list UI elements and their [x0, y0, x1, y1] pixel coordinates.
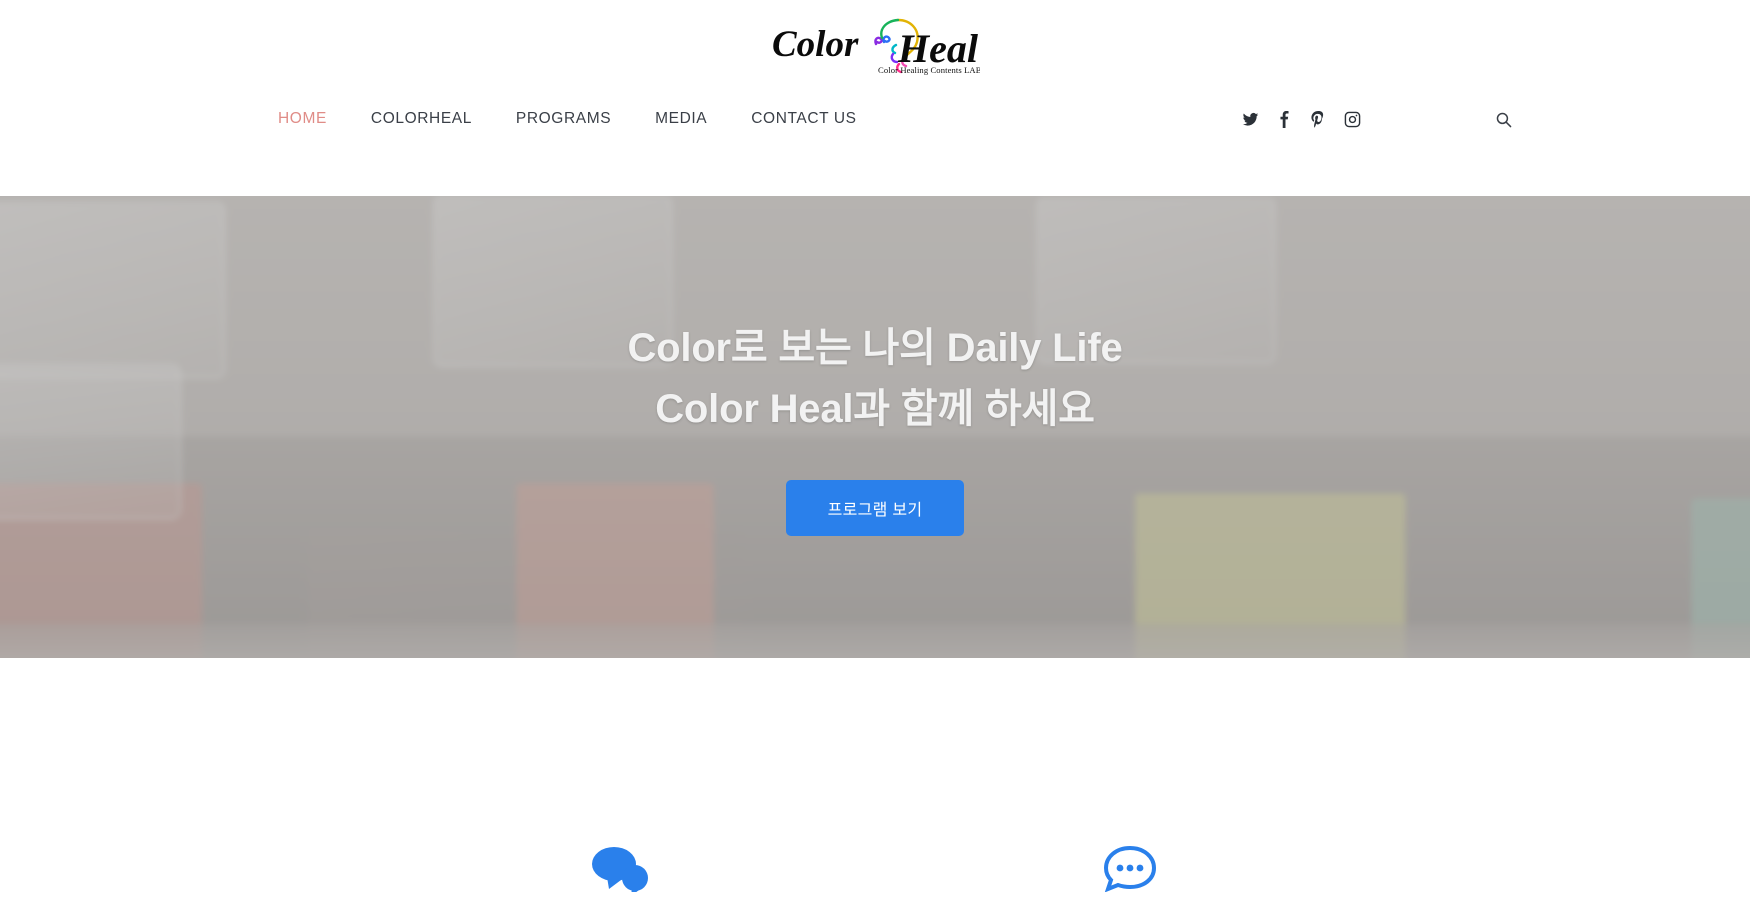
nav-item-media[interactable]: MEDIA: [655, 110, 707, 128]
view-programs-button[interactable]: 프로그램 보기: [785, 479, 965, 536]
feature-item-2: [1030, 835, 1230, 899]
pinterest-icon[interactable]: [1308, 109, 1328, 129]
nav-links: HOME COLORHEAL PROGRAMS MEDIA CONTACT US: [278, 110, 857, 128]
social-links: [1240, 109, 1362, 129]
site-logo[interactable]: Color Heal Color Healing Contents LAB: [770, 14, 982, 76]
hero-heading-line-1: Color로 보는 나의 Daily Life: [627, 326, 1123, 371]
facebook-icon[interactable]: [1274, 109, 1294, 129]
chat-bubbles-icon: [588, 835, 652, 899]
features-section: [0, 658, 1750, 899]
site-header: Color Heal Color Healing Contents LAB HO…: [0, 0, 1750, 196]
hero-heading: Color로 보는 나의 Daily Life Color Heal과 함께 하…: [627, 318, 1122, 440]
chat-bubble-dots-icon: [1098, 835, 1162, 899]
twitter-icon[interactable]: [1240, 109, 1260, 129]
hero-banner: Color로 보는 나의 Daily Life Color Heal과 함께 하…: [0, 196, 1750, 658]
logo-tagline: Color Healing Contents LAB: [878, 65, 980, 75]
hero-content: Color로 보는 나의 Daily Life Color Heal과 함께 하…: [0, 196, 1750, 658]
logo-container: Color Heal Color Healing Contents LAB: [0, 0, 1750, 78]
logo-artwork: Color Heal Color Healing Contents LAB: [772, 18, 982, 75]
search-icon[interactable]: [1490, 106, 1516, 132]
header-utilities: [1240, 78, 1750, 160]
nav-item-contact-us[interactable]: CONTACT US: [751, 110, 856, 128]
nav-item-home[interactable]: HOME: [278, 110, 327, 128]
nav-item-programs[interactable]: PROGRAMS: [516, 110, 611, 128]
feature-item-1: [520, 835, 720, 899]
hero-heading-line-2: Color Heal과 함께 하세요: [655, 387, 1095, 431]
svg-text:Color: Color: [772, 24, 859, 65]
primary-navigation: HOME COLORHEAL PROGRAMS MEDIA CONTACT US: [0, 78, 1750, 160]
nav-item-colorheal[interactable]: COLORHEAL: [371, 110, 472, 128]
instagram-icon[interactable]: [1342, 109, 1362, 129]
